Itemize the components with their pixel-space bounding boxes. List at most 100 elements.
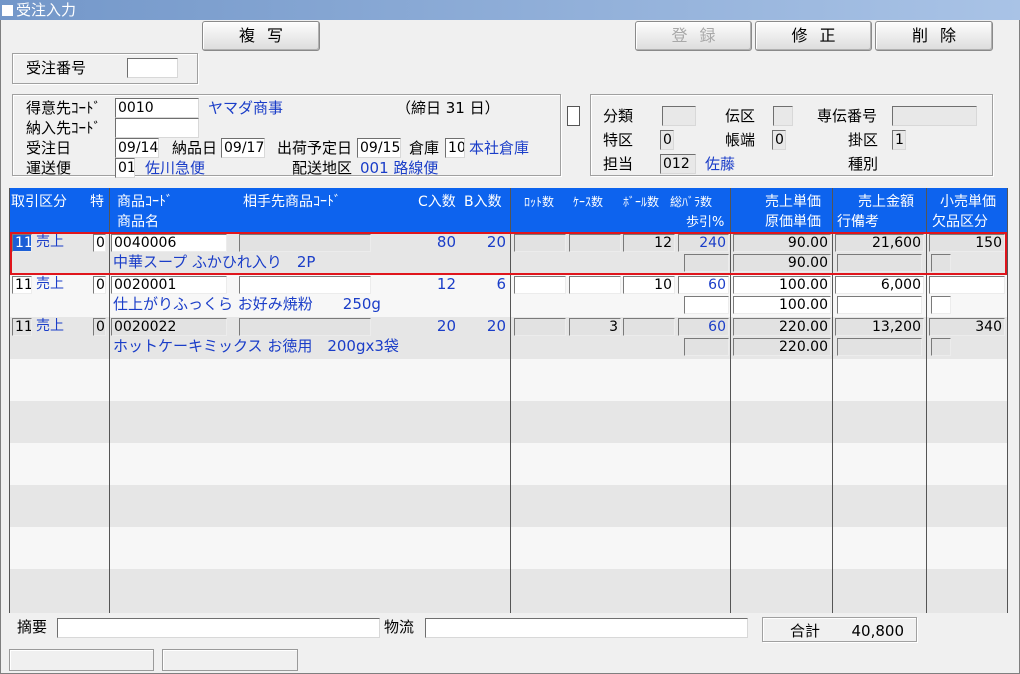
item-code-cell[interactable]: 0020001 [111, 276, 227, 294]
selected-row-highlight [10, 232, 1007, 275]
sale-price-cell[interactable]: 100.00 [733, 276, 831, 294]
carrier-code-field[interactable]: 01 [115, 158, 135, 178]
col-total-header: 総ﾊﾞﾗ数 [670, 195, 713, 209]
lot-cell[interactable] [514, 276, 566, 294]
ball-cell[interactable]: 10 [623, 276, 675, 294]
class-label: 分類 [603, 107, 634, 125]
summary-field[interactable] [57, 618, 380, 638]
col-ball-header: ﾎﾞｰﾙ数 [623, 195, 660, 209]
yield-cell[interactable] [684, 338, 729, 356]
col-cost-price-header: 原価単価 [765, 214, 821, 230]
grid-row-band [9, 485, 1007, 527]
special-cell[interactable]: 0 [93, 276, 106, 294]
order-number-field[interactable] [127, 58, 178, 78]
col-c-qty-header: C入数 [418, 194, 456, 210]
staff-code-field[interactable]: 012 [660, 154, 696, 174]
grid-row-band [9, 569, 1007, 613]
item-code-cell[interactable]: 0020022 [111, 318, 227, 336]
carrier-name: 佐川急便 [145, 159, 206, 177]
sale-price-cell[interactable]: 220.00 [733, 318, 831, 336]
case-cell[interactable] [569, 276, 621, 294]
col-sale-amount-header: 売上金額 [858, 194, 914, 210]
grid-row-band [9, 401, 1007, 443]
item-name: ホットケーキミックス お徳用 200gx3袋 [113, 337, 399, 355]
case-cell[interactable]: 3 [569, 318, 621, 336]
col-lot-header: ﾛｯﾄ数 [524, 195, 555, 209]
summary-label: 摘要 [17, 618, 48, 636]
kake-label: 掛区 [848, 131, 879, 149]
sale-amount-cell[interactable]: 13,200 [835, 318, 924, 336]
kake-field[interactable]: 1 [892, 130, 906, 150]
col-retail-price-header: 小売単価 [940, 194, 996, 210]
partner-code-cell[interactable] [239, 276, 371, 294]
logistics-field[interactable] [425, 618, 748, 638]
ball-cell[interactable] [623, 318, 675, 336]
carrier-label: 運送便 [26, 159, 72, 177]
col-sale-price-header: 売上単価 [765, 194, 821, 210]
cost-price-cell[interactable]: 100.00 [733, 296, 831, 314]
grid-row-band [9, 443, 1007, 485]
total-label: 合計 [790, 622, 821, 640]
c-qty: 20 [436, 317, 456, 335]
staff-label: 担当 [603, 155, 634, 173]
cost-price-cell[interactable]: 220.00 [733, 338, 831, 356]
special-cell[interactable]: 0 [93, 318, 106, 336]
senden-field[interactable] [892, 106, 977, 126]
warehouse-code-field[interactable]: 10 [445, 138, 465, 158]
total-cell[interactable]: 60 [678, 318, 729, 336]
total-cell[interactable]: 60 [678, 276, 729, 294]
c-qty: 12 [436, 275, 456, 293]
partner-code-cell[interactable] [239, 318, 371, 336]
lot-cell[interactable] [514, 318, 566, 336]
delivery-date-field[interactable]: 09/17 [221, 138, 265, 158]
modify-button[interactable]: 修正 [755, 21, 872, 51]
class-field[interactable] [662, 106, 696, 126]
col-item-code-header: 商品ｺｰﾄﾞ [117, 194, 173, 210]
col-yield-header: 歩引% [686, 215, 725, 230]
deal-name: 売上 [36, 276, 64, 292]
customer-name: ヤマダ商事 [208, 99, 284, 117]
col-item-name-header: 商品名 [117, 214, 159, 230]
line-note-cell[interactable] [837, 296, 922, 314]
line-note-cell[interactable] [837, 338, 922, 356]
col-b-qty-header: B入数 [464, 194, 502, 210]
copy-button[interactable]: 複写 [202, 21, 320, 51]
delivery-code-label: 納入先ｺｰﾄﾞ [26, 119, 102, 137]
col-line-note-header: 行備考 [837, 214, 879, 230]
customer-code-field[interactable]: 0010 [115, 98, 199, 118]
status-pane [162, 649, 298, 671]
order-number-label: 受注番号 [26, 59, 87, 77]
yield-cell[interactable] [684, 296, 729, 314]
window-icon [2, 5, 13, 16]
closing-day: （締日 31 日） [396, 99, 500, 117]
option-checkbox[interactable] [567, 106, 580, 126]
delivery-code-field[interactable] [115, 118, 199, 138]
order-date-field[interactable]: 09/14 [115, 138, 159, 158]
chohata-field[interactable]: 0 [772, 130, 786, 150]
retail-price-cell[interactable] [929, 276, 1005, 294]
window-titlebar: 受注入力 [0, 0, 1020, 20]
ship-date-label: 出荷予定日 [277, 139, 353, 157]
chohata-label: 帳端 [725, 131, 756, 149]
denku-field[interactable] [773, 106, 793, 126]
deal-code-cell[interactable]: 11 [12, 318, 32, 336]
delete-button[interactable]: 削除 [875, 21, 993, 51]
tokku-field[interactable]: 0 [660, 130, 674, 150]
b-qty: 6 [496, 275, 506, 293]
sale-amount-cell[interactable]: 6,000 [835, 276, 924, 294]
warehouse-name: 本社倉庫 [469, 139, 530, 157]
retail-price-cell[interactable]: 340 [929, 318, 1005, 336]
area-value: 001 路線便 [360, 159, 439, 177]
col-partner-code-header: 相手先商品ｺｰﾄﾞ [243, 194, 341, 210]
shortage-cell[interactable] [931, 338, 951, 356]
item-name: 仕上がりふっくら お好み焼粉 250g [113, 295, 381, 313]
logistics-label: 物流 [384, 618, 415, 636]
deal-code-cell[interactable]: 11 [12, 276, 32, 294]
ship-date-field[interactable]: 09/15 [357, 138, 401, 158]
total-value: 40,800 [851, 622, 905, 640]
status-pane [9, 649, 154, 671]
shortage-cell[interactable] [931, 296, 951, 314]
register-button[interactable]: 登録 [635, 21, 752, 51]
staff-name: 佐藤 [705, 155, 736, 173]
col-special-header: 特 [90, 194, 104, 210]
